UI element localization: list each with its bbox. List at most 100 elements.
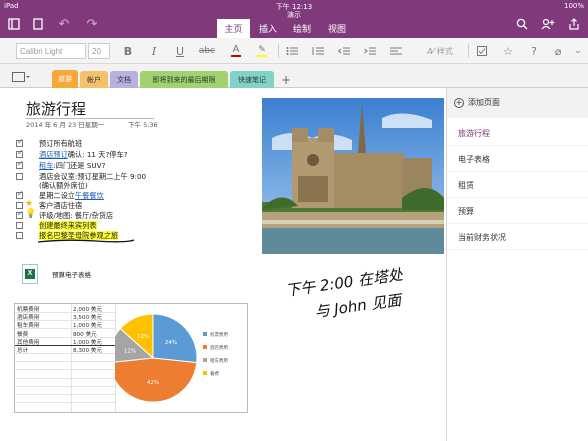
lunch-catering-link[interactable]: 午餐餐饮	[75, 191, 104, 200]
todo-item-note: (确认额外席位)	[39, 181, 88, 190]
add-section-button[interactable]: +	[278, 71, 294, 88]
tab-draw[interactable]: 绘制	[286, 19, 318, 38]
sheet-cell-label[interactable]: 餐费	[17, 330, 28, 338]
sheet-cell-label[interactable]: 机票费用	[17, 305, 39, 313]
grid-line	[15, 402, 115, 404]
todo-item[interactable]: 星期二设立午餐餐饮	[39, 191, 104, 200]
todo-item[interactable]: 租车:四门还是 SUV?	[39, 161, 105, 170]
italic-button[interactable]: I	[146, 43, 162, 59]
hotel-booking-link[interactable]: 酒店预订	[39, 150, 68, 159]
font-color-button[interactable]: A	[228, 43, 244, 59]
sheet-cell-value[interactable]: 8,300 美元	[73, 346, 102, 354]
page-time: 下午 5:36	[128, 121, 158, 129]
search-icon[interactable]	[514, 14, 530, 34]
checkmark-icon: ✓	[17, 209, 24, 218]
font-name-box[interactable]: Calibri Light	[16, 43, 86, 59]
grid-line	[15, 361, 115, 363]
todo-tag-icon[interactable]	[474, 43, 490, 59]
page-title[interactable]: 旅游行程	[26, 98, 86, 119]
todo-checkbox[interactable]	[16, 222, 23, 229]
sheet-cell-value[interactable]: 3,500 美元	[73, 313, 102, 321]
todo-checkbox[interactable]	[16, 202, 23, 209]
strikethrough-button[interactable]: abc	[196, 43, 218, 59]
sheet-cell-label[interactable]: 总计	[17, 346, 28, 354]
add-icon: +	[454, 97, 464, 108]
font-size-box[interactable]: 20	[88, 43, 110, 59]
bullets-icon[interactable]	[284, 43, 300, 59]
excel-file-icon[interactable]: X	[22, 264, 38, 284]
section-tab-accounts[interactable]: 帐户	[80, 71, 108, 88]
share-icon[interactable]	[566, 14, 582, 34]
page-date: 2014 年 6 月 23 日星期一	[26, 121, 105, 129]
styles-button[interactable]: A⁄ 样式	[418, 43, 462, 59]
add-person-icon[interactable]	[538, 14, 558, 34]
section-tab-quick-notes[interactable]: 快速笔记	[230, 71, 274, 88]
grid-line	[15, 369, 115, 371]
notebooks-icon[interactable]	[6, 14, 22, 34]
grid-line	[15, 385, 115, 387]
sheet-cell-value[interactable]: 800 美元	[73, 330, 97, 338]
bold-button[interactable]: B	[120, 43, 136, 59]
section-tabs-row: 旅游 帐户 文档 即将到来的最后期限 快速笔记 +	[0, 64, 588, 88]
grid-line	[15, 394, 115, 395]
sheet-cell-value[interactable]: 2,000 美元	[73, 305, 102, 313]
total-rule	[15, 345, 115, 346]
legend-label: 酒店费用	[210, 344, 228, 351]
status-battery: 100%	[563, 2, 584, 10]
todo-item[interactable]: 酒店会议室:预订星期二上午 9:00	[39, 172, 146, 181]
numbering-icon[interactable]	[310, 43, 326, 59]
todo-item[interactable]: 预订所有航班	[39, 139, 82, 148]
embedded-spreadsheet[interactable]: 机票费用 2,000 美元酒店费用 3,500 美元租车费用 1,000 美元餐费 80…	[14, 303, 248, 413]
outdent-icon[interactable]	[336, 43, 352, 59]
highlight-button[interactable]: ✎	[254, 43, 270, 59]
pie-data-label: 12%	[124, 349, 136, 355]
page-item-spreadsheet[interactable]: 电子表格	[447, 147, 588, 172]
todo-item[interactable]: 客户酒店住宿	[39, 201, 82, 210]
redo-icon[interactable]: ↷	[84, 14, 100, 34]
underline-button[interactable]: U	[172, 43, 188, 59]
checkmark-icon: ✓	[17, 159, 24, 168]
ribbon-toolbar: Calibri Light 20 B I U abc A ✎ A⁄ 样式 ☆ ?…	[0, 38, 588, 64]
legend-swatch	[203, 358, 207, 362]
todo-item[interactable]: 酒店预订确认: 11 天?停车?	[39, 150, 127, 159]
page-item-itinerary[interactable]: 旅游行程	[447, 121, 588, 146]
todo-item[interactable]: 评级/地图: 餐厅/杂货店	[39, 211, 113, 220]
clear-formatting-icon[interactable]: ⌀	[550, 43, 566, 59]
indent-icon[interactable]	[362, 43, 378, 59]
onenote-app: iPad 下午 12:13 演示 100% ↶ ↷ 主页 插入 绘制 视图 Ca…	[0, 0, 588, 441]
page-item-rental[interactable]: 租赁	[447, 173, 588, 198]
sheet-cell-label[interactable]: 租车费用	[17, 321, 39, 329]
question-tag-icon[interactable]: ?	[526, 43, 542, 59]
attachment-label[interactable]: 预算电子表格	[52, 271, 91, 280]
grid-line	[15, 377, 115, 379]
notre-dame-photo[interactable]	[262, 98, 444, 254]
pie-data-label: 42%	[147, 380, 159, 386]
tab-view[interactable]: 视图	[321, 19, 353, 38]
tab-home[interactable]: 主页	[217, 19, 250, 38]
todo-checkbox[interactable]	[16, 173, 23, 180]
pie-data-label: 24%	[165, 340, 177, 346]
section-tab-travel[interactable]: 旅游	[52, 70, 78, 88]
pages-list-icon[interactable]	[30, 14, 46, 34]
more-tags-chevron-icon[interactable]: ⌄	[572, 43, 584, 59]
align-icon[interactable]	[388, 43, 404, 59]
section-tab-documents[interactable]: 文档	[110, 71, 138, 88]
star-tag-icon: ★	[25, 199, 34, 209]
title-bar: iPad 下午 12:13 演示 100% ↶ ↷ 主页 插入 绘制 视图	[0, 0, 588, 38]
legend-label: 租车费用	[210, 357, 228, 364]
sheet-cell-value[interactable]: 1,000 美元	[73, 321, 102, 329]
star-icon[interactable]: ☆	[500, 43, 516, 59]
tab-insert[interactable]: 插入	[252, 19, 284, 38]
add-page-button[interactable]: + 添加页面	[447, 88, 588, 118]
page-item-budget[interactable]: 预算	[447, 199, 588, 224]
sheet-cell-label[interactable]: 酒店费用	[17, 313, 39, 321]
todo-checkbox[interactable]	[16, 232, 23, 239]
todo-item[interactable]: 创建最终来宾列表	[39, 221, 97, 230]
undo-icon[interactable]: ↶	[56, 14, 72, 34]
page-item-finance[interactable]: 当前财务状况	[447, 225, 588, 250]
view-layout-icon[interactable]	[12, 71, 38, 83]
grid-line	[71, 304, 72, 412]
page-list-panel: + 添加页面 旅游行程 电子表格 租赁 预算 当前财务状况	[446, 88, 588, 441]
car-rental-link[interactable]: 租车	[39, 161, 53, 170]
section-tab-deadlines[interactable]: 即将到来的最后期限	[140, 71, 228, 88]
